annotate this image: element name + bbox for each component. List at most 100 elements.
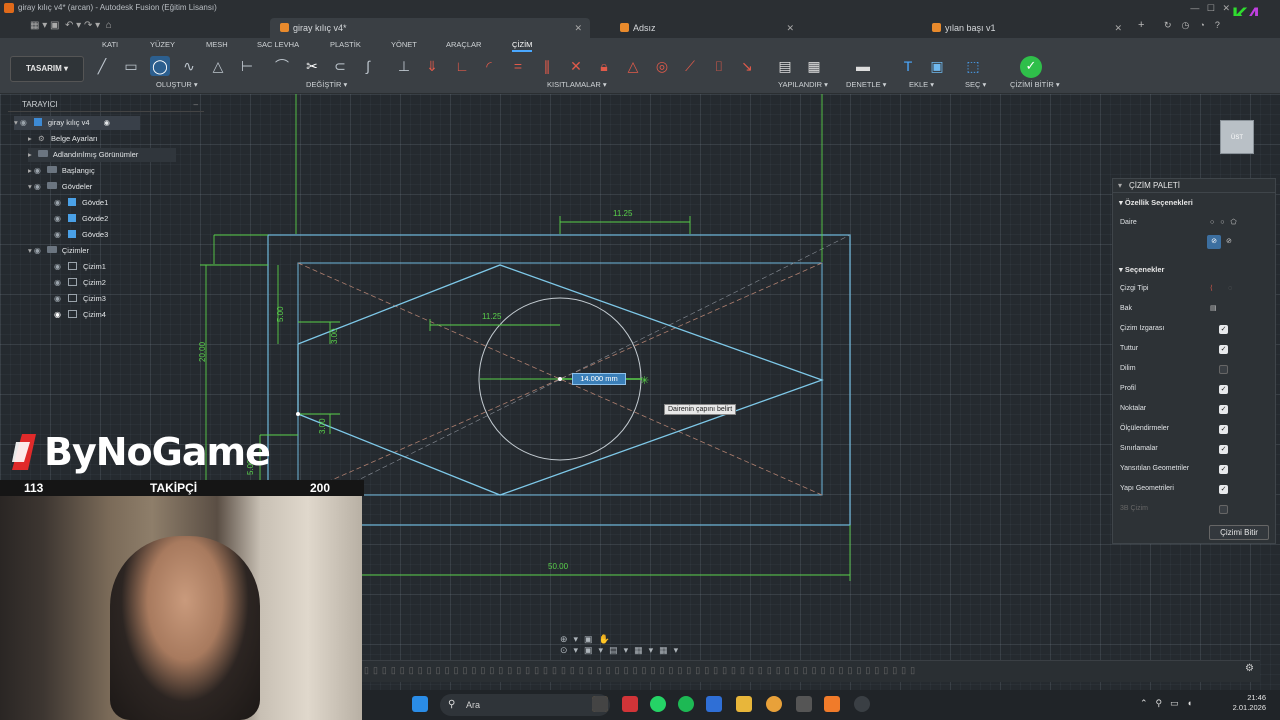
file-explorer-icon[interactable] — [736, 696, 752, 712]
browser-root-item[interactable]: ▾ ◉ giray kılıç v4 ◉ — [14, 116, 140, 130]
finish-sketch-button[interactable]: Çizimi Bitir — [1209, 525, 1269, 540]
palette-option-row[interactable]: Çizim Izgarası ✓ — [1120, 322, 1270, 336]
tab-yonet[interactable]: YÖNET — [391, 40, 417, 49]
whatsapp-icon[interactable] — [650, 696, 666, 712]
look-at-icon[interactable]: ▤ — [1210, 302, 1217, 316]
visibility-eye-icon[interactable]: ◉ — [54, 276, 63, 290]
chrome-icon[interactable] — [766, 696, 782, 712]
app-icon-red[interactable] — [622, 696, 638, 712]
option-checkbox[interactable]: ✓ — [1219, 425, 1228, 434]
browser-item-cizim3[interactable]: ◉ Çizim3 — [54, 292, 106, 306]
option-checkbox[interactable]: ✓ — [1219, 405, 1228, 414]
visibility-eye-icon[interactable]: ◉ — [54, 228, 63, 242]
sketch-dimension-icon[interactable]: ⊥ — [394, 56, 414, 76]
option-checkbox[interactable]: ✓ — [1219, 505, 1228, 514]
dimension-fit-icon[interactable]: ⊢ — [237, 56, 257, 76]
option-checkbox[interactable]: ✓ — [1219, 485, 1228, 494]
option-checkbox[interactable]: ✓ — [1219, 445, 1228, 454]
tab-mesh[interactable]: MESH — [206, 40, 228, 49]
visibility-eye-icon[interactable]: ◉ — [54, 292, 63, 306]
expand-arrow-icon[interactable]: ▾ — [28, 182, 32, 191]
insert-text-icon[interactable]: T — [898, 56, 918, 76]
tab-cizim[interactable]: ÇİZİM — [512, 40, 533, 52]
offset-tool-icon[interactable]: ⊂ — [330, 56, 350, 76]
visibility-eye-icon[interactable]: ◉ — [34, 180, 43, 194]
circle-type-icons[interactable]: ○○⬠ — [1210, 216, 1243, 230]
circle-tool-icon[interactable]: ◯ — [150, 56, 170, 76]
feature-options-section[interactable]: ▾ Özellik Seçenekleri — [1119, 198, 1193, 207]
dimension-label[interactable]: 20.00 — [198, 342, 207, 362]
select-window-icon[interactable]: ⬚ — [963, 56, 983, 76]
trim-tool-icon[interactable]: ✂ — [302, 56, 322, 76]
parallel-constraint-icon[interactable]: ∥ — [537, 56, 557, 76]
task-view-icon[interactable] — [592, 696, 608, 712]
taskbar-search[interactable]: ⚲ Ara — [440, 694, 610, 716]
dimension-label[interactable]: 5.00 — [276, 306, 285, 322]
collinear-constraint-icon[interactable]: ✕ — [566, 56, 586, 76]
tab-yuzey[interactable]: YÜZEY — [150, 40, 175, 49]
grid-menu-icon[interactable]: ▦ ▾ ▣ ↶ ▾ ↷ ▾ ⌂ — [30, 20, 112, 31]
fix-constraint-lock-icon[interactable]: 🔒︎ — [594, 56, 614, 76]
system-tray-icons[interactable]: ⌃⚲▭◖ — [1140, 698, 1200, 709]
arc-tool-icon[interactable]: ∿ — [179, 56, 199, 76]
finish-sketch-check-icon[interactable]: ✓ — [1020, 56, 1042, 78]
options-section[interactable]: ▾ Seçenekler — [1119, 265, 1164, 274]
palette-option-row[interactable]: Noktalar ✓ — [1120, 402, 1270, 416]
browser-item-govde2[interactable]: ◉ Gövde2 — [54, 212, 108, 226]
symmetry-constraint-icon[interactable]: ⌷ — [709, 56, 729, 76]
centerline-icon[interactable]: ◌ — [1228, 282, 1232, 296]
group-yapilandir[interactable]: YAPILANDIR ▾ — [778, 80, 828, 89]
close-tab-icon[interactable]: ✕ — [1114, 18, 1122, 38]
browser-item-govde3[interactable]: ◉ Gövde3 — [54, 228, 108, 242]
windows-start-icon[interactable] — [412, 696, 428, 712]
timeline-bar[interactable]: ▯▯▯▯▯▯▯▯▯▯▯▯▯▯▯▯▯▯▯▯▯▯▯▯▯▯▯▯▯▯▯▯▯▯▯▯▯▯▯▯… — [360, 660, 1260, 682]
visibility-eye-icon[interactable]: ◉ — [20, 116, 29, 130]
visibility-eye-icon[interactable]: ◉ — [54, 196, 63, 210]
diameter-dimension-input[interactable]: 14.000 mm — [572, 373, 626, 385]
insert-image-icon[interactable]: ▣ — [927, 56, 947, 76]
two-point-circle-icon[interactable]: ⊘ — [1226, 235, 1232, 249]
group-sec[interactable]: SEÇ ▾ — [965, 80, 986, 89]
dimension-label[interactable]: 50.00 — [548, 562, 568, 571]
group-cizimi-bitir[interactable]: ÇİZİMİ BİTİR ▾ — [1010, 80, 1060, 89]
perpendicular-constraint-icon[interactable]: ∟ — [452, 56, 472, 76]
browser-item-named-views[interactable]: ▸ Adlandırılmış Görünümler — [28, 148, 176, 162]
option-checkbox[interactable]: ✓ — [1219, 365, 1228, 374]
rectangle-tool-icon[interactable]: ▭ — [121, 56, 141, 76]
close-tab-icon[interactable]: ✕ — [574, 18, 582, 38]
group-denetle[interactable]: DENETLE ▾ — [846, 80, 886, 89]
dimension-label[interactable]: 11.25 — [613, 209, 632, 218]
timeline-settings-gear-icon[interactable]: ⚙ — [1245, 663, 1254, 674]
dimension-label[interactable]: 3.00 — [318, 418, 327, 434]
visibility-eye-icon[interactable]: ◉ — [34, 244, 43, 258]
browser-item-baslangic[interactable]: ▸ ◉ Başlangıç — [28, 164, 95, 178]
tangent-constraint-icon[interactable]: ◜ — [479, 56, 499, 76]
navigation-bar[interactable]: ⊕▾▣✋⊙▾▣▾▤▾▦▾▦▾ — [560, 634, 722, 655]
obs-icon[interactable] — [854, 696, 870, 712]
project-tool-icon[interactable]: ⇓ — [422, 56, 442, 76]
tab-adsiz[interactable]: Adsız ✕ — [612, 18, 802, 38]
palette-option-row[interactable]: Yapı Geometrileri ✓ — [1120, 482, 1270, 496]
equal-constraint-icon[interactable]: = — [508, 56, 528, 76]
browser-item-cizim2[interactable]: ◉ Çizim2 — [54, 276, 106, 290]
measure-icon[interactable]: ▬ — [853, 56, 873, 76]
palette-option-row[interactable]: Sınırlamalar ✓ — [1120, 442, 1270, 456]
fusion-taskbar-icon[interactable] — [824, 696, 840, 712]
table-configure-icon[interactable]: ▦ — [804, 56, 824, 76]
dimension-label[interactable]: 11.25 — [482, 312, 501, 321]
tab-giray-kilic[interactable]: giray kılıç v4* ✕ — [270, 18, 590, 38]
tab-sac-levha[interactable]: SAC LEVHA — [257, 40, 299, 49]
palette-option-row[interactable]: Profil ✓ — [1120, 382, 1270, 396]
visibility-eye-icon[interactable]: ◉ — [34, 164, 43, 178]
tab-yilan-basi[interactable]: yılan başı v1 ✕ — [924, 18, 1130, 38]
dimension-label[interactable]: 3.00 — [330, 328, 339, 344]
palette-option-row[interactable]: Tuttur ✓ — [1120, 342, 1270, 356]
viewcube[interactable]: ÜST — [1220, 120, 1254, 154]
window-controls[interactable]: — ☐ ✕ — [1190, 0, 1230, 16]
palette-option-row[interactable]: Ölçülendirmeler ✓ — [1120, 422, 1270, 436]
option-checkbox[interactable]: ✓ — [1219, 345, 1228, 354]
visibility-eye-icon[interactable]: ◉ — [54, 260, 63, 274]
epic-games-icon[interactable] — [796, 696, 812, 712]
browser-item-belge-ayarlari[interactable]: ▸ ⚙ Belge Ayarları — [28, 132, 98, 146]
option-checkbox[interactable]: ✓ — [1219, 325, 1228, 334]
